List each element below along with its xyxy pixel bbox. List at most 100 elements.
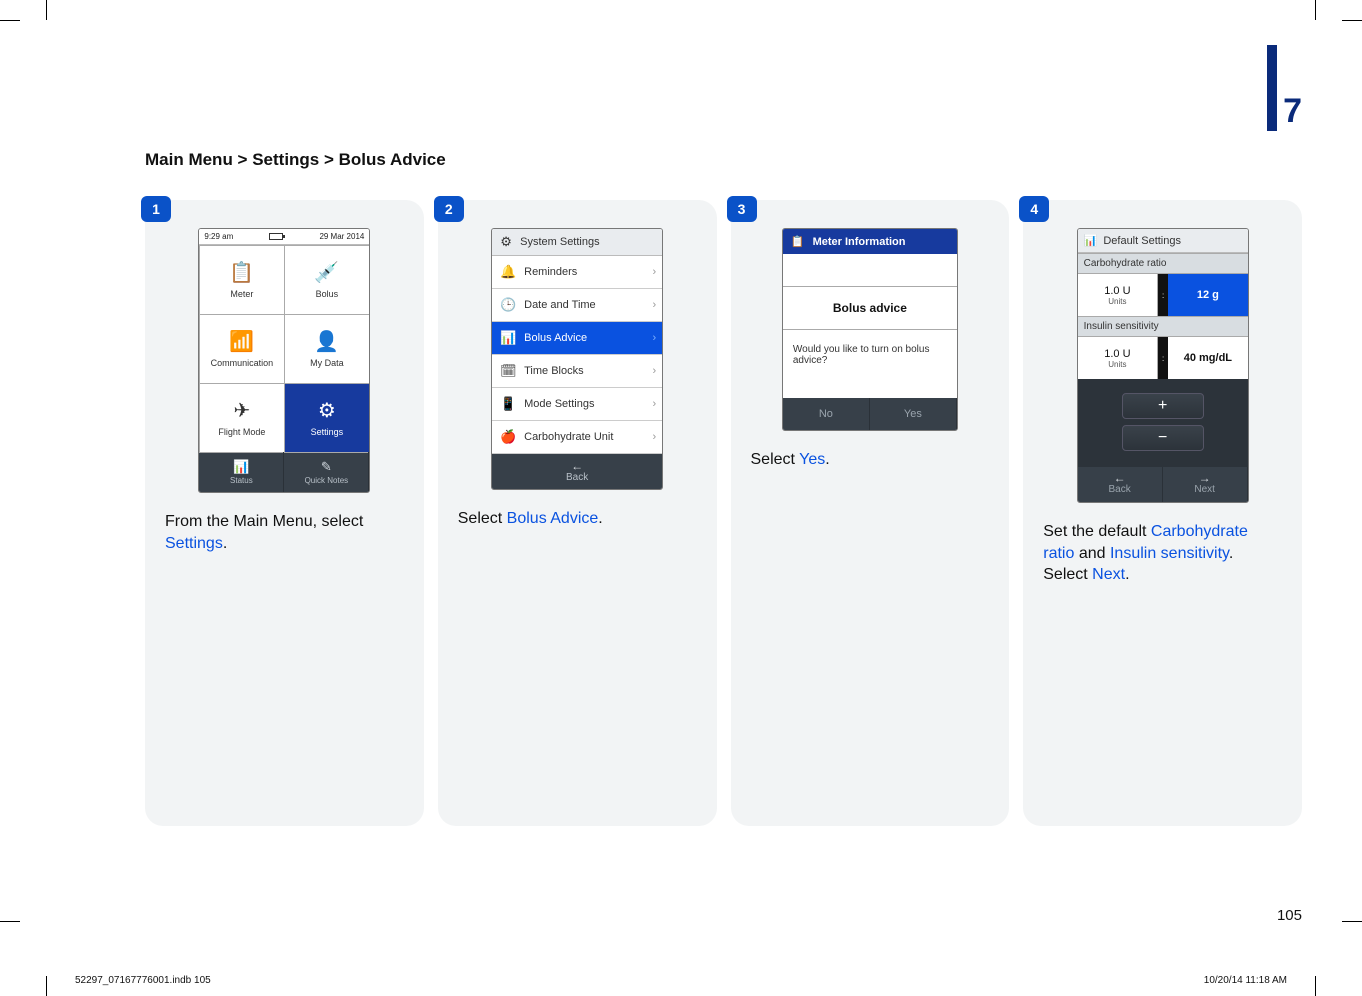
- caption-3: Select Yes.: [745, 449, 996, 471]
- row-time-blocks[interactable]: 🗓Time Blocks›: [492, 355, 662, 388]
- caption-4: Set the default Carbohydrate ratio and I…: [1037, 521, 1288, 586]
- row-label: Carbohydrate Unit: [524, 431, 613, 443]
- tile-label: Communication: [211, 358, 274, 368]
- carb-units-label: Units: [1108, 297, 1126, 306]
- step-badge-2: 2: [434, 196, 464, 222]
- minus-button[interactable]: −: [1122, 425, 1204, 451]
- arrow-left-icon: ←: [492, 460, 662, 472]
- footer-quick-notes[interactable]: ✎Quick Notes: [284, 452, 369, 492]
- footer-file: 52297_07167776001.indb 105: [75, 975, 211, 986]
- footer-label: Quick Notes: [305, 476, 349, 485]
- row-mode-settings[interactable]: 📱Mode Settings›: [492, 388, 662, 421]
- tile-bolus[interactable]: 💉 Bolus: [284, 245, 370, 315]
- tile-settings[interactable]: ⚙Settings: [284, 383, 370, 453]
- row-bolus-advice[interactable]: 📊Bolus Advice›: [492, 322, 662, 355]
- tile-communication[interactable]: 📶 Communication: [199, 314, 285, 384]
- caption-text: From the Main Menu, select: [165, 513, 363, 530]
- chevron-right-icon: ›: [652, 332, 656, 344]
- next-button[interactable]: →Next: [1163, 467, 1248, 502]
- chevron-right-icon: ›: [652, 398, 656, 410]
- row-carb-unit[interactable]: 🍎Carbohydrate Unit›: [492, 421, 662, 454]
- insulin-units-label: Units: [1108, 360, 1126, 369]
- bolus-icon: 💉: [314, 260, 339, 285]
- tile-label: Flight Mode: [218, 427, 265, 437]
- tile-my-data[interactable]: 👤 My Data: [284, 314, 370, 384]
- screenshot-default-settings: 📊 Default Settings Carbohydrate ratio 1.…: [1077, 228, 1249, 503]
- step-panels: 1 9:29 am 29 Mar 2014 📋Meter 💉Bolus 📶Com…: [145, 200, 1302, 826]
- yes-button[interactable]: Yes: [870, 398, 957, 430]
- tile-flight-mode[interactable]: ✈ Flight Mode: [199, 383, 285, 453]
- caption-highlight: Bolus Advice: [507, 510, 599, 527]
- ratio-colon-icon: :: [1158, 274, 1168, 316]
- status-icon: 📊: [233, 459, 249, 475]
- caption-highlight: Insulin sensitivity: [1110, 545, 1229, 562]
- insulin-sensitivity-pair: 1.0 UUnits : 40 mg/dL: [1078, 337, 1248, 379]
- arrow-left-icon: ←: [1078, 472, 1162, 484]
- caption-1: From the Main Menu, select Settings.: [159, 511, 410, 554]
- row-label: Mode Settings: [524, 398, 594, 410]
- page-number: 105: [1277, 907, 1302, 924]
- caption-text: .: [1125, 566, 1129, 583]
- screenshot-system-settings: ⚙ System Settings 🔔 Reminders › 🕒Date and …: [491, 228, 663, 490]
- ratio-colon-icon: :: [1158, 337, 1168, 379]
- dialog-question: Would you like to turn on bolus advice?: [783, 330, 957, 390]
- settings-icon: ⚙: [318, 398, 336, 423]
- footer-label: Status: [230, 476, 253, 485]
- panel-step-1: 1 9:29 am 29 Mar 2014 📋Meter 💉Bolus 📶Com…: [145, 200, 424, 826]
- row-label: Date and Time: [524, 299, 596, 311]
- carb-units-field[interactable]: 1.0 UUnits: [1078, 274, 1159, 316]
- carb-ratio-pair: 1.0 UUnits : 12 g: [1078, 274, 1248, 316]
- chevron-right-icon: ›: [652, 266, 656, 278]
- plus-button[interactable]: +: [1122, 393, 1204, 419]
- caption-highlight: Next: [1092, 566, 1125, 583]
- communication-icon: 📶: [229, 329, 254, 354]
- footer-timestamp: 10/20/14 11:18 AM: [1204, 975, 1287, 986]
- panel-step-2: 2 ⚙ System Settings 🔔Reminders› 🕒Date an…: [438, 200, 717, 826]
- caption-text: .: [598, 510, 602, 527]
- row-label: Reminders: [524, 266, 577, 278]
- chevron-right-icon: ›: [652, 365, 656, 377]
- footer-status[interactable]: 📊Status: [199, 452, 284, 492]
- titlebar: 📊 Default Settings: [1078, 229, 1248, 253]
- back-button[interactable]: ←Back: [492, 454, 662, 489]
- carb-units-value: 1.0 U: [1104, 285, 1130, 297]
- insulin-units-field[interactable]: 1.0 UUnits: [1078, 337, 1159, 379]
- row-date-time[interactable]: 🕒Date and Time›: [492, 289, 662, 322]
- caption-text: .: [825, 451, 829, 468]
- caption-text: and: [1074, 545, 1110, 562]
- flight-mode-icon: ✈: [233, 398, 250, 423]
- back-button[interactable]: ←Back: [1078, 467, 1163, 502]
- back-label: Back: [566, 472, 588, 483]
- plus-minus-area: + −: [1078, 379, 1248, 467]
- carb-grams-field[interactable]: 12 g: [1168, 274, 1248, 316]
- arrow-right-icon: →: [1163, 472, 1247, 484]
- no-button[interactable]: No: [783, 398, 870, 430]
- row-label: Bolus Advice: [524, 332, 587, 344]
- chapter-number: 7: [1283, 92, 1302, 131]
- caption-2: Select Bolus Advice.: [452, 508, 703, 530]
- section-insulin-sensitivity: Insulin sensitivity: [1078, 316, 1248, 337]
- section-carb-ratio: Carbohydrate ratio: [1078, 253, 1248, 274]
- page-content: 7 Main Menu > Settings > Bolus Advice 1 …: [145, 30, 1302, 936]
- my-data-icon: 👤: [314, 329, 339, 354]
- row-reminders[interactable]: 🔔 Reminders ›: [492, 256, 662, 289]
- panel-step-4: 4 📊 Default Settings Carbohydrate ratio …: [1023, 200, 1302, 826]
- caption-text: Select: [751, 451, 800, 468]
- tile-label: My Data: [310, 358, 344, 368]
- tile-meter[interactable]: 📋Meter: [199, 245, 285, 315]
- titlebar: 📋 Meter Information: [783, 229, 957, 254]
- titlebar: ⚙ System Settings: [492, 229, 662, 256]
- battery-icon: [269, 233, 283, 240]
- info-icon: 📋: [791, 235, 805, 248]
- bell-icon: 🔔: [500, 264, 516, 280]
- settings-icon: ⚙: [498, 234, 514, 250]
- step-badge-3: 3: [727, 196, 757, 222]
- caption-text: Select: [458, 510, 507, 527]
- tile-label: Bolus: [316, 289, 339, 299]
- screenshot-bolus-confirm: 📋 Meter Information Bolus advice Would y…: [782, 228, 958, 431]
- title-text: Default Settings: [1103, 235, 1181, 247]
- caption-text: Set the default: [1043, 523, 1151, 540]
- insulin-mgdl-field[interactable]: 40 mg/dL: [1168, 337, 1248, 379]
- row-label: Time Blocks: [524, 365, 584, 377]
- step-badge-4: 4: [1019, 196, 1049, 222]
